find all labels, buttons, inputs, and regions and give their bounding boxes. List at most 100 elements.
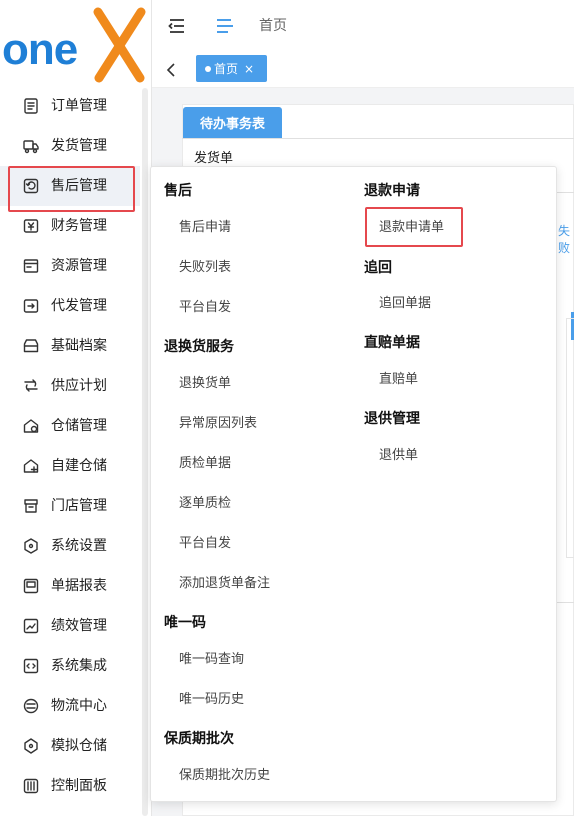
sidebar-item-label: 仓储管理 (51, 418, 107, 434)
sidebar-item-supply-plan[interactable]: 供应计划 (0, 366, 140, 406)
sidebar-item-simulated-warehouse[interactable]: 模拟仓储 (0, 726, 140, 766)
sidebar-item-label: 单据报表 (51, 578, 107, 594)
menu-item-unique-code-history[interactable]: 唯一码历史 (179, 691, 244, 709)
breadcrumb[interactable]: 首页 (259, 17, 287, 35)
menu-item-recall-docs[interactable]: 追回单据 (379, 295, 431, 313)
dropship-icon (22, 297, 40, 315)
truck-icon (22, 137, 40, 155)
menu-list-icon[interactable] (216, 17, 234, 35)
menu-item-direct-compensation-order[interactable]: 直赔单 (379, 371, 418, 389)
group-title-direct-compensation: 直赔单据 (364, 335, 420, 351)
group-title-unique-code: 唯一码 (164, 615, 206, 631)
warehouse-icon (22, 417, 40, 435)
sidebar-item-label: 门店管理 (51, 498, 107, 514)
sidebar-item-label: 财务管理 (51, 218, 107, 234)
tab-home[interactable]: 首页 × (196, 55, 267, 82)
finance-icon (22, 217, 40, 235)
sidebar-item-self-warehouse[interactable]: 自建仓储 (0, 446, 140, 486)
sidebar-item-stores[interactable]: 门店管理 (0, 486, 140, 526)
sidebar-item-finance[interactable]: 财务管理 (0, 206, 140, 246)
group-title-refund-apply: 退款申请 (364, 183, 420, 199)
kpi-icon (22, 617, 40, 635)
edge-divider-2 (556, 602, 574, 603)
sidebar-item-label: 代发管理 (51, 298, 107, 314)
group-title-return-supply: 退供管理 (364, 411, 420, 427)
sidebar-item-control-panel[interactable]: 控制面板 (0, 766, 140, 806)
menu-item-platform-self-ship-2[interactable]: 平台自发 (179, 535, 231, 553)
sidebar-item-label: 订单管理 (51, 98, 107, 114)
sidebar-item-label: 绩效管理 (51, 618, 107, 634)
sidebar-item-label: 基础档案 (51, 338, 107, 354)
group-title-return-exchange: 退换货服务 (164, 339, 234, 355)
resource-icon (22, 257, 40, 275)
sidebar-item-label: 自建仓储 (51, 458, 107, 474)
sidebar-item-label: 模拟仓储 (51, 738, 107, 754)
collapse-menu-icon[interactable] (168, 17, 186, 35)
sidebar-item-performance[interactable]: 绩效管理 (0, 606, 140, 646)
sidebar-item-label: 物流中心 (51, 698, 107, 714)
menu-item-qc-docs[interactable]: 质检单据 (179, 455, 231, 473)
svg-text:one: one (2, 25, 77, 74)
sidebar-item-dropship[interactable]: 代发管理 (0, 286, 140, 326)
close-icon[interactable]: × (244, 62, 254, 76)
sidebar-item-label: 系统设置 (51, 538, 107, 554)
order-icon (22, 97, 40, 115)
sidebar-item-shipping[interactable]: 发货管理 (0, 126, 140, 166)
after-sales-icon (22, 177, 40, 195)
menu-item-return-supply-order[interactable]: 退供单 (379, 447, 418, 465)
menu-item-exception-reason-list[interactable]: 异常原因列表 (179, 415, 257, 433)
tab-home-label: 首页 (214, 62, 239, 76)
sidebar-item-orders[interactable]: 订单管理 (0, 86, 140, 126)
menu-item-add-return-note[interactable]: 添加退货单备注 (179, 575, 270, 593)
card-divider (182, 138, 574, 139)
after-sales-flyout: 售后 售后申请 失败列表 平台自发 退换货服务 退换货单 异常原因列表 质检单据… (150, 166, 557, 802)
menu-item-per-order-qc[interactable]: 逐单质检 (179, 495, 231, 513)
menu-item-refund-apply-order[interactable]: 退款申请单 (379, 219, 444, 237)
topbar: 首页 (152, 0, 574, 52)
sidebar-item-archives[interactable]: 基础档案 (0, 326, 140, 366)
tab-todo[interactable]: 待办事务表 (183, 107, 282, 138)
onex-logo: one (0, 4, 152, 84)
control-panel-icon (22, 777, 40, 795)
edge-link-text[interactable]: 失败 (558, 222, 574, 256)
sidebar-item-label: 发货管理 (51, 138, 107, 154)
sidebar-item-integration[interactable]: 系统集成 (0, 646, 140, 686)
archive-icon (22, 337, 40, 355)
menu-item-failure-list[interactable]: 失败列表 (179, 259, 231, 277)
sidebar-item-warehouse[interactable]: 仓储管理 (0, 406, 140, 446)
sidebar-item-reports[interactable]: 单据报表 (0, 566, 140, 606)
card-sub-label: 发货单 (194, 151, 234, 166)
logo-graphic: one (2, 7, 146, 83)
logistics-icon (22, 697, 40, 715)
settings-icon (22, 537, 40, 555)
group-title-shelf-life-batch: 保质期批次 (164, 731, 234, 747)
group-title-recall: 追回 (364, 260, 392, 276)
sidebar-item-logistics[interactable]: 物流中心 (0, 686, 140, 726)
supply-plan-icon (22, 377, 40, 395)
self-warehouse-icon (22, 457, 40, 475)
menu-item-return-exchange-order[interactable]: 退换货单 (179, 375, 231, 393)
sidebar-item-label: 控制面板 (51, 778, 107, 794)
integration-icon (22, 657, 40, 675)
group-title-after-sales: 售后 (164, 183, 192, 199)
simulated-warehouse-icon (22, 737, 40, 755)
sidebar-item-label: 资源管理 (51, 258, 107, 274)
sidebar-item-after-sales[interactable]: 售后管理 (0, 166, 140, 206)
store-icon (22, 497, 40, 515)
edge-panel (566, 318, 574, 558)
report-icon (22, 577, 40, 595)
edge-divider (556, 192, 574, 193)
menu-item-unique-code-query[interactable]: 唯一码查询 (179, 651, 244, 669)
sidebar-item-label: 供应计划 (51, 378, 107, 394)
tabs-bar: 首页 × (152, 52, 574, 88)
sidebar-item-system-settings[interactable]: 系统设置 (0, 526, 140, 566)
sidebar-item-label: 系统集成 (51, 658, 107, 674)
sidebar-scrollbar[interactable] (142, 88, 148, 816)
sidebar-item-label: 售后管理 (51, 178, 107, 194)
menu-item-shelf-life-batch-history[interactable]: 保质期批次历史 (179, 767, 270, 785)
tab-active-dot (205, 65, 211, 72)
chevron-left-icon[interactable] (164, 61, 178, 79)
menu-item-after-sales-apply[interactable]: 售后申请 (179, 219, 231, 237)
menu-item-platform-self-ship[interactable]: 平台自发 (179, 299, 231, 317)
sidebar-item-resources[interactable]: 资源管理 (0, 246, 140, 286)
